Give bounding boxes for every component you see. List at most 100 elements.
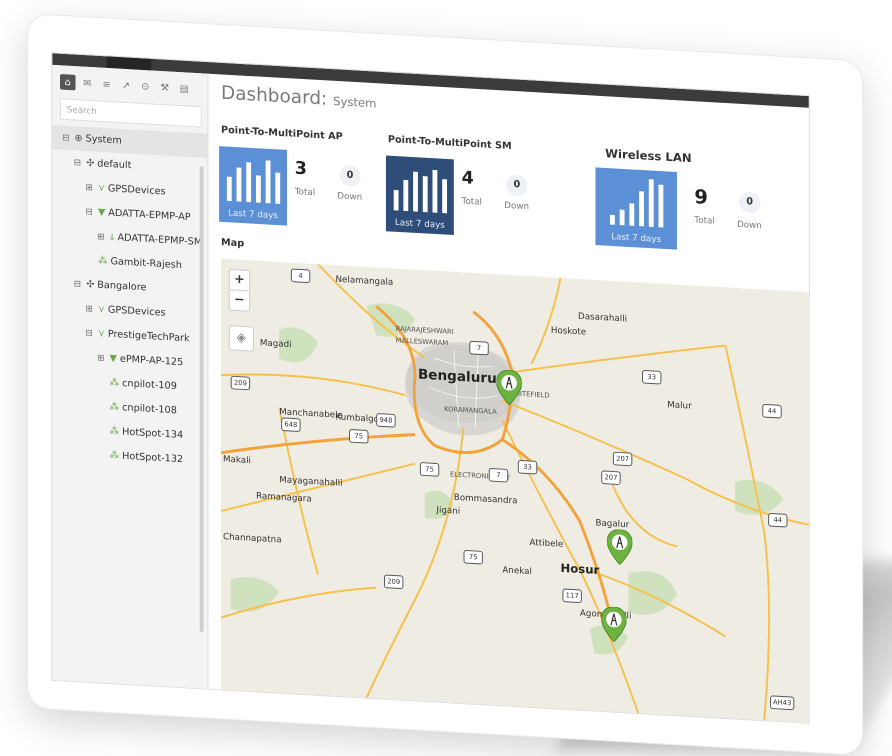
place-label: Anekal — [502, 565, 532, 578]
list-icon[interactable]: ≡ — [99, 76, 115, 92]
tree-expander-icon[interactable] — [95, 431, 107, 432]
tree-expander-icon[interactable]: ⊟ — [83, 328, 95, 338]
table-icon[interactable]: ▤ — [176, 81, 192, 97]
trend-chart[interactable]: Last 7 days — [595, 167, 677, 250]
stat-card[interactable]: Wireless LAN Last 7 days 9 Total 0 Down — [586, 146, 780, 266]
home-icon[interactable]: ⌂ — [60, 74, 76, 91]
chart-period-label: Last 7 days — [611, 232, 662, 245]
total-count: 4 — [461, 167, 474, 189]
total-count: 9 — [694, 184, 708, 209]
ap-icon: ▼ — [109, 353, 117, 365]
tree-node-label: cnpilot-108 — [122, 402, 177, 417]
down-label: Down — [737, 220, 762, 232]
place-label: Hoskote — [550, 325, 587, 338]
switch-icon: ⁂ — [109, 450, 120, 462]
location-icon[interactable]: ⊙ — [138, 78, 154, 94]
tree-expander-icon[interactable]: ⊟ — [83, 207, 95, 217]
route-shield: 44 — [768, 512, 788, 528]
tower-pin-agondapalli[interactable] — [601, 606, 627, 643]
tree-node-label: Gambit-Rajesh — [110, 256, 182, 272]
trend-chart[interactable]: Last 7 days — [219, 146, 287, 226]
tree-expander-icon[interactable]: ⊟ — [72, 279, 84, 289]
map-label: Map — [221, 237, 245, 250]
tree-expander-icon[interactable]: ⊞ — [83, 183, 95, 193]
route-shield: 207 — [601, 470, 621, 486]
tree-expander-icon[interactable] — [95, 382, 107, 383]
switch-icon: ⁂ — [97, 255, 108, 267]
trend-bar — [245, 162, 251, 203]
stat-card-title: Point-To-MultiPoint AP — [221, 124, 343, 143]
tree-expander-icon[interactable] — [83, 260, 95, 261]
route-shield: 207 — [612, 451, 633, 467]
sidebar-scrollbar[interactable] — [199, 166, 204, 633]
map[interactable]: + − ◈ Bengaluru Hosur Nelamangala Hoskot… — [221, 258, 809, 723]
route-shield: 117 — [562, 588, 582, 604]
page-title-text: Dashboard: — [221, 82, 328, 110]
trend-chart[interactable]: Last 7 days — [385, 155, 454, 236]
trend-bar — [265, 160, 271, 204]
wrench-icon[interactable]: ⚒ — [157, 80, 173, 96]
route-shield: 209 — [383, 574, 404, 590]
main-content: Dashboard: System Point-To-MultiPoint AP… — [215, 74, 809, 723]
stat-card[interactable]: Point-To-MultiPoint SM Last 7 days 4 Total 0… — [382, 134, 576, 254]
place-label: Attibele — [529, 538, 564, 550]
route-shield: 209 — [230, 375, 251, 391]
zoom-out-button[interactable]: − — [229, 289, 250, 311]
tree-node-label: GPSDevices — [107, 304, 166, 319]
tower-pin-bagalur[interactable] — [607, 529, 633, 566]
tree-node-label: cnpilot-109 — [122, 378, 177, 393]
route-shield: 4 — [290, 268, 311, 284]
place-label: Magadi — [259, 338, 292, 351]
megaphone-icon[interactable]: ✉ — [79, 75, 95, 91]
tree-expander-icon[interactable] — [95, 406, 107, 407]
switch-icon: ⁂ — [109, 426, 120, 438]
route-shield: 33 — [517, 459, 538, 475]
layers-icon[interactable]: ◈ — [228, 325, 255, 352]
down-label: Down — [337, 191, 363, 203]
trend-bar — [432, 169, 437, 213]
total-label: Total — [694, 215, 715, 227]
down-label: Down — [504, 201, 530, 213]
tree-expander-icon[interactable]: ⊟ — [60, 133, 72, 143]
down-count-badge: 0 — [339, 164, 361, 188]
chart-period-label: Last 7 days — [228, 208, 278, 222]
trend-bar — [658, 184, 663, 228]
sm-icon: ↆ — [109, 232, 115, 243]
monitor-frame: ⌂ ✉ ≡ ↗ ⊙ ⚒ ▤ Search ⊟ ⊕ System ⊟ ✣ default ⊞ ⋎… — [28, 14, 863, 755]
trend-bar — [638, 191, 644, 227]
page-title: Dashboard: System — [221, 82, 376, 112]
tree-node-label: System — [85, 133, 122, 147]
tower-pin-bengaluru[interactable] — [496, 369, 522, 406]
route-shield: 948 — [376, 413, 396, 428]
chart-period-label: Last 7 days — [394, 218, 445, 231]
tree-node-label: GPSDevices — [107, 183, 166, 198]
chart-icon[interactable]: ↗ — [118, 77, 134, 93]
tower-icon: ⋎ — [97, 304, 105, 316]
device-tree: ⊟ ⊕ System ⊟ ✣ default ⊞ ⋎ GPSDevices ⊟ ▼ ADATTA-EP… — [52, 124, 208, 473]
trend-bar — [619, 209, 625, 226]
trend-bar — [393, 189, 399, 211]
zoom-control: + − — [228, 268, 251, 312]
stat-card-title: Wireless LAN — [605, 146, 692, 166]
tree-expander-icon[interactable] — [95, 455, 107, 456]
zoom-in-button[interactable]: + — [230, 270, 249, 291]
map-canvas — [221, 258, 809, 723]
tree-expander-icon[interactable]: ⊟ — [72, 158, 84, 168]
tree-expander-icon[interactable]: ⊞ — [95, 232, 107, 242]
place-label: Jigani — [436, 505, 461, 517]
tree-expander-icon[interactable]: ⊞ — [95, 353, 107, 363]
stat-card[interactable]: Point-To-MultiPoint AP Last 7 days 3 Total 0… — [215, 125, 409, 245]
route-shield: 33 — [642, 369, 662, 385]
page-subtitle: System — [333, 94, 377, 111]
trend-bar — [609, 214, 615, 225]
trend-bar — [274, 172, 280, 204]
trend-bar — [402, 179, 408, 212]
tree-node-label: ADATTA-EPMP-SM — [117, 232, 203, 248]
tree-node-label: HotSpot-132 — [122, 450, 184, 466]
place-label: Makali — [222, 454, 251, 467]
down-count-badge: 0 — [506, 174, 528, 197]
tree-expander-icon[interactable]: ⊞ — [83, 304, 95, 314]
sidebar: ⌂ ✉ ≡ ↗ ⊙ ⚒ ▤ Search ⊟ ⊕ System ⊟ ✣ default ⊞ ⋎… — [52, 64, 209, 689]
tower-icon: ⋎ — [97, 182, 105, 194]
trend-bar — [236, 167, 241, 202]
